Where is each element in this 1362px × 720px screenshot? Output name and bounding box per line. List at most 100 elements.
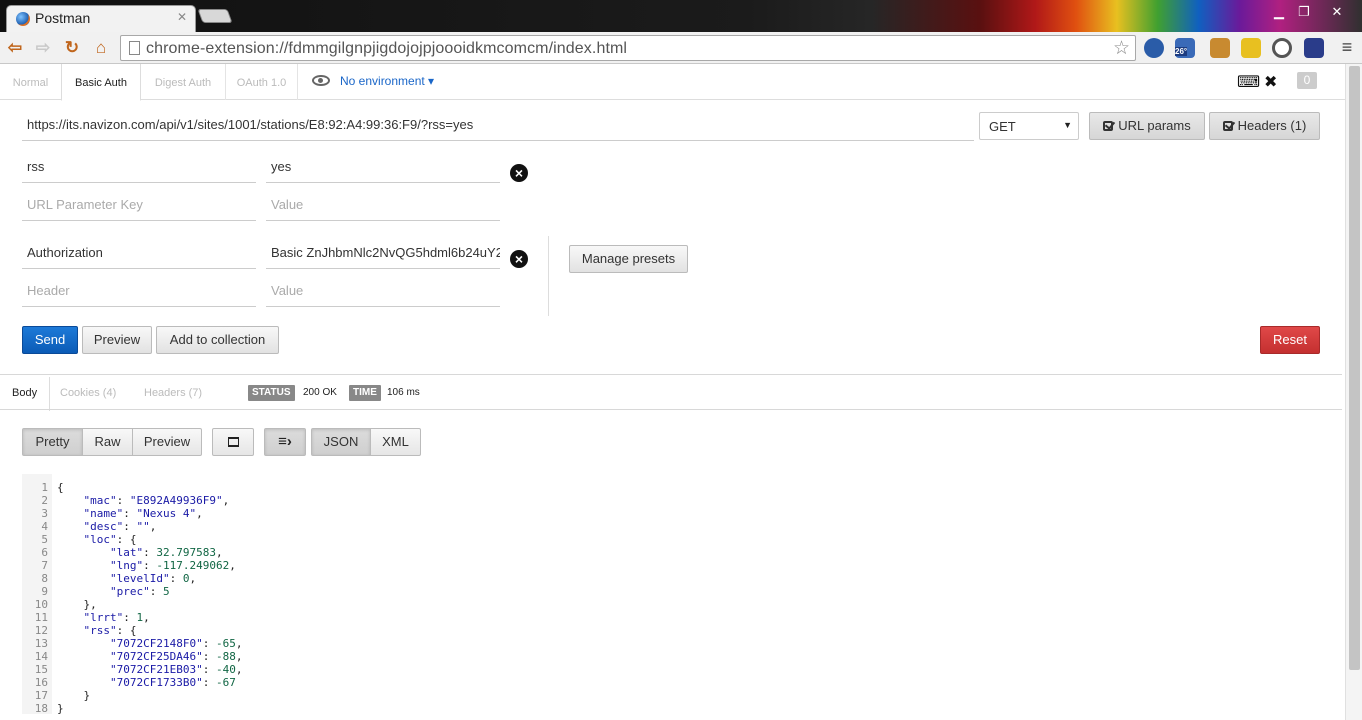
url-params-label: URL params: [1118, 118, 1191, 133]
remove-header-icon[interactable]: ×: [510, 250, 528, 268]
divider: [548, 236, 549, 316]
scrollbar-thumb[interactable]: [1349, 66, 1360, 670]
tools-icon[interactable]: ✖: [1264, 72, 1277, 92]
eye-extension-icon[interactable]: [1272, 38, 1292, 58]
url-params-button[interactable]: URL params: [1089, 112, 1205, 140]
tab-body[interactable]: Body: [0, 377, 50, 411]
line-number: 6: [41, 546, 48, 559]
line-number: 9: [41, 585, 48, 598]
preview-mode-button[interactable]: Preview: [132, 428, 202, 456]
select-caret-icon: ▼: [1063, 120, 1072, 130]
manage-presets-button[interactable]: Manage presets: [569, 245, 688, 273]
home-icon[interactable]: ⌂: [90, 37, 112, 59]
tab-basic-auth[interactable]: Basic Auth: [61, 64, 141, 101]
line-number: 17: [34, 689, 48, 702]
note-extension-icon[interactable]: [1241, 38, 1261, 58]
forward-arrow-icon[interactable]: ⇨: [32, 37, 54, 59]
json-button[interactable]: JSON: [311, 428, 371, 456]
weather-extension-icon[interactable]: 26°: [1175, 38, 1195, 58]
status-value: 200 OK: [303, 387, 337, 398]
n-extension-icon[interactable]: [1304, 38, 1324, 58]
remove-param-icon[interactable]: ×: [510, 164, 528, 182]
edit-icon: [1103, 121, 1114, 131]
line-number: 15: [34, 663, 48, 676]
environment-selector[interactable]: No environment ▾: [312, 74, 434, 88]
code-line: }: [57, 689, 91, 702]
code-line: "mac": "E892A49936F9",: [83, 494, 230, 507]
xml-button[interactable]: XML: [370, 428, 421, 456]
keyboard-icon[interactable]: ⌨: [1237, 72, 1260, 92]
headers-label: Headers (1): [1237, 118, 1307, 133]
response-tabs-divider: [0, 409, 1342, 410]
restore-icon[interactable]: ❐: [1290, 2, 1318, 22]
skype-extension-icon[interactable]: [1144, 38, 1164, 58]
code-line: "levelId": 0,: [109, 572, 197, 585]
line-number: 13: [34, 637, 48, 650]
line-number: 2: [41, 494, 48, 507]
method-select[interactable]: GET ▼: [979, 112, 1079, 140]
raw-button[interactable]: Raw: [82, 428, 133, 456]
address-bar[interactable]: chrome-extension://fdmmgilgnpjigdojojpjo…: [120, 35, 1136, 61]
tab-oauth[interactable]: OAuth 1.0: [226, 64, 298, 100]
param-key-input[interactable]: rss: [22, 153, 256, 183]
back-arrow-icon[interactable]: ⇦: [4, 37, 26, 59]
code-line: {: [57, 481, 64, 494]
time-value: 106 ms: [387, 387, 420, 398]
pretty-button[interactable]: Pretty: [22, 428, 83, 456]
line-number: 5: [41, 533, 48, 546]
fullscreen-icon: [228, 437, 239, 447]
tab-cookies[interactable]: Cookies (4): [60, 377, 116, 410]
tab-normal[interactable]: Normal: [0, 64, 62, 100]
code-line: "desc": "",: [83, 520, 157, 533]
line-number-gutter: 1 2 3 4 5 6 7 8 9 10 11 12 13 14 15 16 17 18: [22, 474, 52, 715]
line-number: 18: [34, 702, 48, 715]
code-line: "7072CF1733B0": -67: [109, 676, 236, 689]
wrap-lines-button[interactable]: ≡›: [264, 428, 306, 456]
page-icon: [129, 41, 140, 55]
gear-extension-icon[interactable]: [1210, 38, 1230, 58]
tab-close-icon[interactable]: ✕: [177, 10, 187, 24]
tab-digest-auth[interactable]: Digest Auth: [141, 64, 226, 100]
fullscreen-button[interactable]: [212, 428, 254, 456]
reset-button[interactable]: Reset: [1260, 326, 1320, 354]
new-header-value-input[interactable]: Value: [266, 277, 500, 307]
line-number: 4: [41, 520, 48, 533]
new-param-key-input[interactable]: URL Parameter Key: [22, 191, 256, 221]
code-line: "lrrt": 1,: [83, 611, 150, 624]
code-line: "7072CF21EB03": -40,: [109, 663, 243, 676]
page-scrollbar[interactable]: [1345, 64, 1362, 720]
line-number: 1: [41, 481, 48, 494]
minimize-icon[interactable]: ▁: [1265, 2, 1293, 22]
close-window-icon[interactable]: ✕: [1323, 2, 1351, 22]
request-url-input[interactable]: https://its.navizon.com/api/v1/sites/100…: [22, 111, 974, 141]
auth-tabs: Normal Basic Auth Digest Auth OAuth 1.0 …: [0, 64, 1345, 101]
new-param-value-input[interactable]: Value: [266, 191, 500, 221]
bookmark-star-icon[interactable]: ☆: [1113, 37, 1130, 60]
browser-tab-title: Postman: [35, 10, 91, 26]
postman-app: Normal Basic Auth Digest Auth OAuth 1.0 …: [0, 64, 1362, 720]
code-line: },: [57, 598, 97, 611]
headers-button[interactable]: Headers (1): [1209, 112, 1320, 140]
address-url[interactable]: chrome-extension://fdmmgilgnpjigdojojpjo…: [146, 40, 627, 58]
line-number: 16: [34, 676, 48, 689]
browser-toolbar: ⇦ ⇨ ↻ ⌂ chrome-extension://fdmmgilgnpjig…: [0, 32, 1362, 64]
postman-favicon-icon: [16, 12, 30, 26]
tab-response-headers[interactable]: Headers (7): [144, 377, 202, 410]
header-value-input[interactable]: Basic ZnJhbmNlc2NvQG5hdml6b24uY2: [266, 239, 500, 269]
header-key-input[interactable]: Authorization: [22, 239, 256, 269]
new-header-key-input[interactable]: Header: [22, 277, 256, 307]
send-button[interactable]: Send: [22, 326, 78, 354]
add-to-collection-button[interactable]: Add to collection: [156, 326, 279, 354]
code-line: "loc": {: [83, 533, 137, 546]
new-tab-button[interactable]: [197, 9, 233, 23]
response-body[interactable]: 1 2 3 4 5 6 7 8 9 10 11 12 13 14 15 16 17 18 { "mac": "E8…: [22, 474, 1342, 720]
wrap-icon: ≡›: [278, 433, 292, 450]
code-line: }: [57, 702, 64, 715]
code-line: "7072CF2148F0": -65,: [109, 637, 243, 650]
preview-button[interactable]: Preview: [82, 326, 152, 354]
reload-icon[interactable]: ↻: [61, 37, 83, 59]
browser-tab[interactable]: Postman ✕: [6, 5, 196, 32]
param-value-input[interactable]: yes: [266, 153, 500, 183]
menu-icon[interactable]: ≡: [1337, 38, 1357, 58]
code-line: "name": "Nexus 4",: [83, 507, 203, 520]
